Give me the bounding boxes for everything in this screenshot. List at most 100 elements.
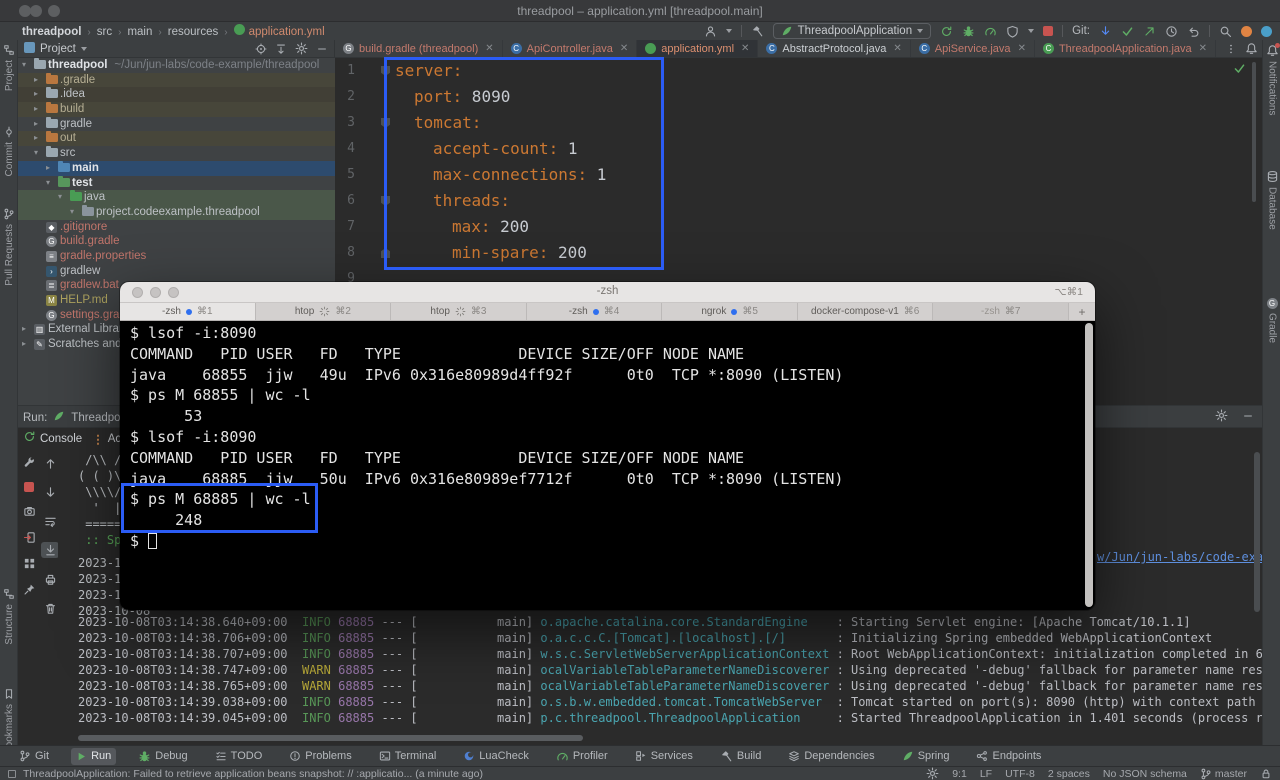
chevron-right-icon[interactable]: ▸ [34,87,38,102]
run-settings-button[interactable] [23,456,36,469]
print-button[interactable] [41,571,59,587]
editor-tab[interactable]: C AbstractProtocol.java ✕ [758,40,911,57]
toolwindow-button-debug[interactable]: Debug [133,748,192,765]
run-configuration-select[interactable]: ThreadpoolApplication [772,23,932,39]
breadcrumb-item[interactable]: src [97,26,112,38]
chevron-right-icon[interactable]: ▸ [46,161,50,176]
inspections-ok-icon[interactable] [1233,62,1246,75]
chevron-right-icon[interactable]: ▸ [34,131,38,146]
close-tab-icon[interactable]: ✕ [1199,43,1207,54]
chevron-down-icon[interactable]: ▾ [58,190,62,205]
hide-panel-button[interactable] [316,43,328,55]
toolwindow-button-spring[interactable]: Spring [897,748,955,765]
terminal-window[interactable]: -zsh ⌥⌘1 -zsh ⌘1 htop ⌘2 htop ⌘3 -zsh ⌘4 ngrok ⌘5… [120,282,1096,610]
chevron-down-icon[interactable]: ▾ [46,176,50,191]
sidebar-item-pull-requests[interactable]: Pull Requests [0,208,18,286]
toolwindow-button-services[interactable]: Services [630,748,698,765]
search-everywhere-button[interactable] [1219,25,1232,38]
status-json-schema[interactable]: No JSON schema [1103,768,1187,780]
options-button[interactable] [295,42,308,55]
scroll-to-end-button[interactable] [41,542,59,558]
project-panel-header[interactable]: Project [18,40,335,57]
sidebar-item-project[interactable]: Project [0,44,18,91]
gear-icon[interactable] [1215,409,1228,422]
terminal-tab[interactable]: htop ⌘2 [256,303,392,320]
run-tab-actuator[interactable]: ⋮Actuator [92,432,120,446]
debug-button[interactable] [962,25,975,38]
console-vscrollbar[interactable] [1254,452,1260,612]
breadcrumb-item[interactable]: main [127,26,152,38]
tree-row[interactable]: ▾ threadpool ~/Jun/jun-labs/code-example/t… [18,58,335,73]
toolwindow-button-run[interactable]: Run [71,747,117,765]
chevron-right-icon[interactable]: ▸ [34,73,38,88]
tree-row[interactable]: ▸ out [18,131,335,147]
status-file-encoding[interactable]: UTF-8 [1005,768,1035,780]
toolwindow-button-luacheck[interactable]: LuaCheck [458,748,534,765]
status-indent-style[interactable]: 2 spaces [1048,768,1090,780]
new-terminal-tab-button[interactable]: + [1069,303,1096,320]
clear-console-button[interactable] [41,600,59,616]
run-tab-console[interactable]: Console [40,433,82,445]
rerun-button[interactable] [23,430,36,443]
tree-row[interactable]: ▾ java [18,190,335,205]
close-tab-icon[interactable]: ✕ [893,43,901,54]
layout-button[interactable] [23,557,36,570]
fold-marker-icon[interactable] [381,196,390,206]
chevron-down-icon[interactable]: ▾ [34,146,38,161]
git-push-button[interactable] [1143,25,1156,38]
soft-wrap-button[interactable] [41,513,59,529]
coverage-button[interactable] [1006,25,1019,38]
locate-file-button[interactable] [255,43,267,55]
stop-button[interactable] [24,482,34,492]
terminal-tab[interactable]: ngrok ⌘5 [662,303,798,320]
tree-row[interactable]: ▸ build [18,102,335,117]
sidebar-item-commit[interactable]: Commit [0,126,18,176]
chevron-down-icon[interactable]: ▾ [70,205,74,220]
console-hscrollbar[interactable] [78,735,583,741]
terminal-tab[interactable]: htop ⌘3 [391,303,527,320]
detach-button[interactable] [23,531,36,544]
sidebar-item-database[interactable]: Database [1263,170,1280,230]
next-occurrence-button[interactable] [41,484,59,500]
tree-row[interactable]: ▾ project.codeexample.threadpool [18,204,335,220]
minimize-panel-icon[interactable] [1242,409,1254,427]
notifications-icon[interactable] [1245,42,1258,55]
more-options-icon[interactable] [1225,43,1237,55]
toolwindow-button-git[interactable]: Git [14,748,54,765]
toolwindow-button-todo[interactable]: TODO [210,748,268,765]
editor-tab[interactable]: application.yml ✕ [637,40,759,57]
tree-row[interactable]: ▸ main [18,160,335,176]
terminal-scrollbar[interactable] [1085,323,1093,607]
editor-tab[interactable]: C ApiController.java ✕ [503,40,638,57]
thread-dump-button[interactable] [23,505,36,518]
profiler-button[interactable] [984,25,997,38]
editor-scrollbar[interactable] [1252,62,1256,202]
inspections-ok-icon[interactable] [1233,62,1246,80]
background-tasks-icon[interactable] [926,767,939,780]
pin-tab-button[interactable] [23,583,36,596]
tree-row[interactable]: ▾ src [18,146,335,161]
status-line-separator[interactable]: LF [980,768,992,780]
sidebar-item-gradle[interactable]: G Gradle [1263,298,1280,343]
prev-occurrence-button[interactable] [41,455,59,471]
tree-row[interactable]: › gradlew [18,264,335,279]
editor-tab[interactable]: Gbuild.gradle (threadpool) ✕ [335,40,503,57]
rollback-button[interactable] [1187,25,1200,38]
tree-row[interactable]: ▾ test [18,175,335,191]
breadcrumb-item[interactable]: threadpool [22,26,81,38]
chevron-right-icon[interactable]: ▸ [22,322,26,337]
fold-marker-icon[interactable] [381,248,390,258]
close-tab-icon[interactable]: ✕ [741,43,749,54]
terminal-tab[interactable]: -zsh ⌘4 [527,303,663,320]
collapse-all-button[interactable] [275,43,287,55]
git-update-button[interactable] [1099,25,1112,38]
terminal-tab[interactable]: -zsh ⌘7 [933,303,1070,320]
close-tab-icon[interactable]: ✕ [1018,43,1026,54]
ide-update-badge[interactable] [1241,25,1252,37]
breadcrumb-file[interactable]: application.yml [249,26,325,38]
tree-row[interactable]: ≡ gradle.properties [18,249,335,264]
status-caret-position[interactable]: 9:1 [952,768,967,780]
readonly-lock-icon[interactable] [1260,768,1272,780]
chevron-right-icon[interactable]: ▸ [34,117,38,132]
git-branch-widget[interactable]: master [1200,768,1247,780]
